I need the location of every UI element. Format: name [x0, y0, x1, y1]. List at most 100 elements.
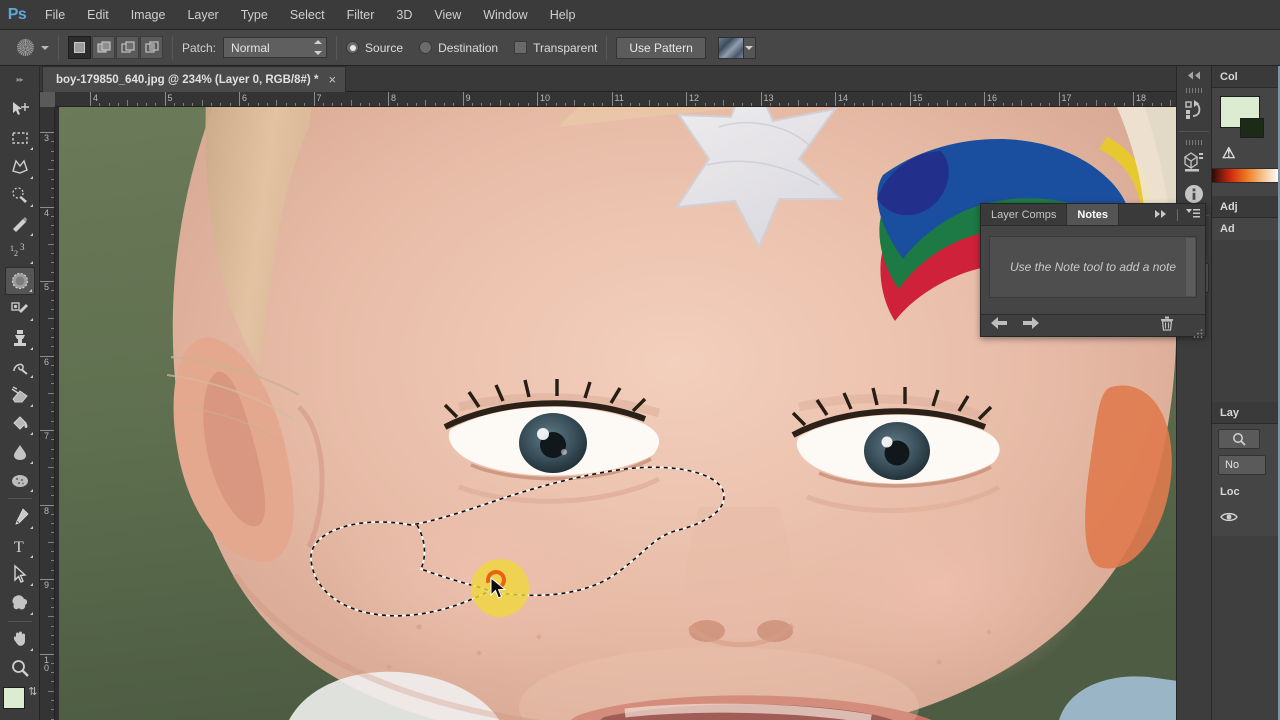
ruler-minor-tick: [51, 271, 54, 273]
menu-layer[interactable]: Layer: [176, 0, 229, 30]
pattern-swatch[interactable]: [717, 36, 744, 59]
tab-notes[interactable]: Notes: [1067, 204, 1119, 225]
ruler-minor-tick: [51, 197, 54, 199]
foreground-color-swatch[interactable]: [2, 686, 25, 709]
next-note-button[interactable]: [1022, 316, 1040, 335]
patch-mode-spinner[interactable]: [313, 40, 323, 55]
ruler-minor-tick: [51, 681, 54, 683]
pen-tool[interactable]: [5, 503, 35, 531]
zoom-tool[interactable]: [5, 654, 35, 682]
color-panel-background-swatch[interactable]: [1240, 118, 1264, 138]
paint-bucket-tool[interactable]: [5, 410, 35, 438]
layer-visibility-eye-icon[interactable]: [1220, 510, 1280, 528]
use-pattern-button[interactable]: Use Pattern: [616, 36, 706, 59]
patch-mode-select[interactable]: Normal: [223, 37, 328, 58]
menu-file[interactable]: File: [34, 0, 76, 30]
type-tool[interactable]: T: [5, 532, 35, 560]
hand-tool[interactable]: [5, 626, 35, 654]
menu-help[interactable]: Help: [539, 0, 587, 30]
custom-shape-tool[interactable]: [5, 589, 35, 617]
ruler-major-tick: [760, 92, 762, 106]
out-of-gamut-warning-icon[interactable]: ⚠: [1222, 144, 1235, 162]
adjustments-panel-header[interactable]: Adj: [1212, 196, 1280, 218]
intersect-with-selection-button[interactable]: [140, 36, 163, 59]
menu-filter[interactable]: Filter: [336, 0, 386, 30]
notes-panel-body: Use the Note tool to add a note: [981, 226, 1205, 314]
ruler-minor-tick: [108, 103, 110, 106]
adjustments-panel-body[interactable]: [1212, 240, 1280, 402]
delete-note-button[interactable]: [1160, 316, 1174, 336]
move-tool[interactable]: [5, 96, 35, 124]
source-radio-label: Source: [365, 40, 404, 55]
note-content-area[interactable]: Use the Note tool to add a note: [989, 236, 1197, 298]
quick-selection-tool[interactable]: [5, 182, 35, 210]
layers-panel-header[interactable]: Lay: [1212, 402, 1280, 424]
menu-edit[interactable]: Edit: [76, 0, 120, 30]
ruler-label: 8: [43, 505, 49, 516]
menu-select[interactable]: Select: [279, 0, 336, 30]
clone-stamp-tool[interactable]: [5, 324, 35, 352]
patch-tool[interactable]: [4, 267, 35, 295]
sponge-tool[interactable]: [5, 467, 35, 495]
menu-image[interactable]: Image: [120, 0, 177, 30]
canvas-area[interactable]: [55, 107, 1212, 720]
ruler-minor-tick: [946, 100, 948, 106]
destination-radio[interactable]: Destination: [419, 41, 498, 55]
ruler-label: 6: [242, 93, 248, 103]
ruler-origin-corner[interactable]: [40, 92, 55, 107]
transparent-checkbox-label: Transparent: [533, 40, 598, 55]
svg-text:T: T: [14, 539, 24, 556]
tools-palette: 123 T ⇅: [0, 92, 40, 720]
blur-tool[interactable]: [5, 438, 35, 466]
document-tab[interactable]: boy-179850_640.jpg @ 234% (Layer 0, RGB/…: [42, 66, 347, 92]
chevron-down-icon[interactable]: [41, 45, 49, 50]
path-selection-tool[interactable]: [5, 561, 35, 589]
ruler-minor-tick: [51, 159, 54, 161]
tool-preset-picker[interactable]: [14, 37, 49, 59]
dock-group-grip-2[interactable]: [1186, 140, 1202, 145]
subtract-from-selection-button[interactable]: [116, 36, 139, 59]
hamburger-menu-icon[interactable]: [1185, 206, 1201, 224]
ruler-minor-tick: [51, 457, 54, 459]
menu-3d[interactable]: 3D: [385, 0, 423, 30]
ruler-minor-tick: [816, 103, 818, 106]
ruler-minor-tick: [797, 100, 799, 106]
layer-filter-search-icon[interactable]: [1218, 429, 1260, 449]
3d-panel-icon[interactable]: [1179, 147, 1209, 177]
menu-type[interactable]: Type: [230, 0, 279, 30]
menu-view[interactable]: View: [423, 0, 472, 30]
rectangular-marquee-tool[interactable]: [5, 125, 35, 153]
resize-grip[interactable]: [1193, 325, 1203, 338]
previous-note-button[interactable]: [990, 316, 1008, 335]
tab-layer-comps[interactable]: Layer Comps: [981, 204, 1068, 225]
note-scrollbar[interactable]: [1186, 238, 1195, 296]
ruler-label: 9: [465, 93, 471, 103]
lasso-tool[interactable]: [5, 153, 35, 181]
eraser-tool[interactable]: [5, 381, 35, 409]
blend-mode-select[interactable]: No: [1218, 455, 1266, 475]
close-icon[interactable]: ×: [328, 73, 336, 86]
add-to-selection-button[interactable]: [92, 36, 115, 59]
crop-tool[interactable]: [5, 210, 35, 238]
collapse-panels-icon[interactable]: [1177, 66, 1211, 84]
dock-group-grip-1[interactable]: [1186, 88, 1202, 93]
pattern-picker-chevron-down-icon[interactable]: [743, 36, 756, 59]
ruler-minor-tick: [51, 290, 54, 292]
history-brush-tool[interactable]: [5, 353, 35, 381]
menu-window[interactable]: Window: [472, 0, 538, 30]
ruler-minor-tick: [99, 103, 101, 106]
workspace-collapse-handle[interactable]: ▸▸: [0, 66, 40, 92]
expand-panel-icon[interactable]: [1154, 206, 1170, 224]
swap-colors-icon[interactable]: ⇅: [28, 685, 37, 698]
new-selection-button[interactable]: [68, 36, 91, 59]
layers-list-area[interactable]: [1212, 536, 1280, 720]
document-image[interactable]: [59, 107, 1192, 720]
spot-healing-brush-tool[interactable]: [5, 296, 35, 324]
history-panel-icon[interactable]: [1179, 95, 1209, 125]
eyedropper-tool[interactable]: 123: [5, 239, 35, 267]
source-radio[interactable]: Source: [346, 41, 403, 55]
transparent-checkbox[interactable]: Transparent: [514, 41, 597, 55]
color-spectrum-ramp[interactable]: [1212, 168, 1280, 183]
tool-flyout-indicator: [29, 648, 33, 652]
color-panel-header[interactable]: Col: [1212, 66, 1280, 88]
